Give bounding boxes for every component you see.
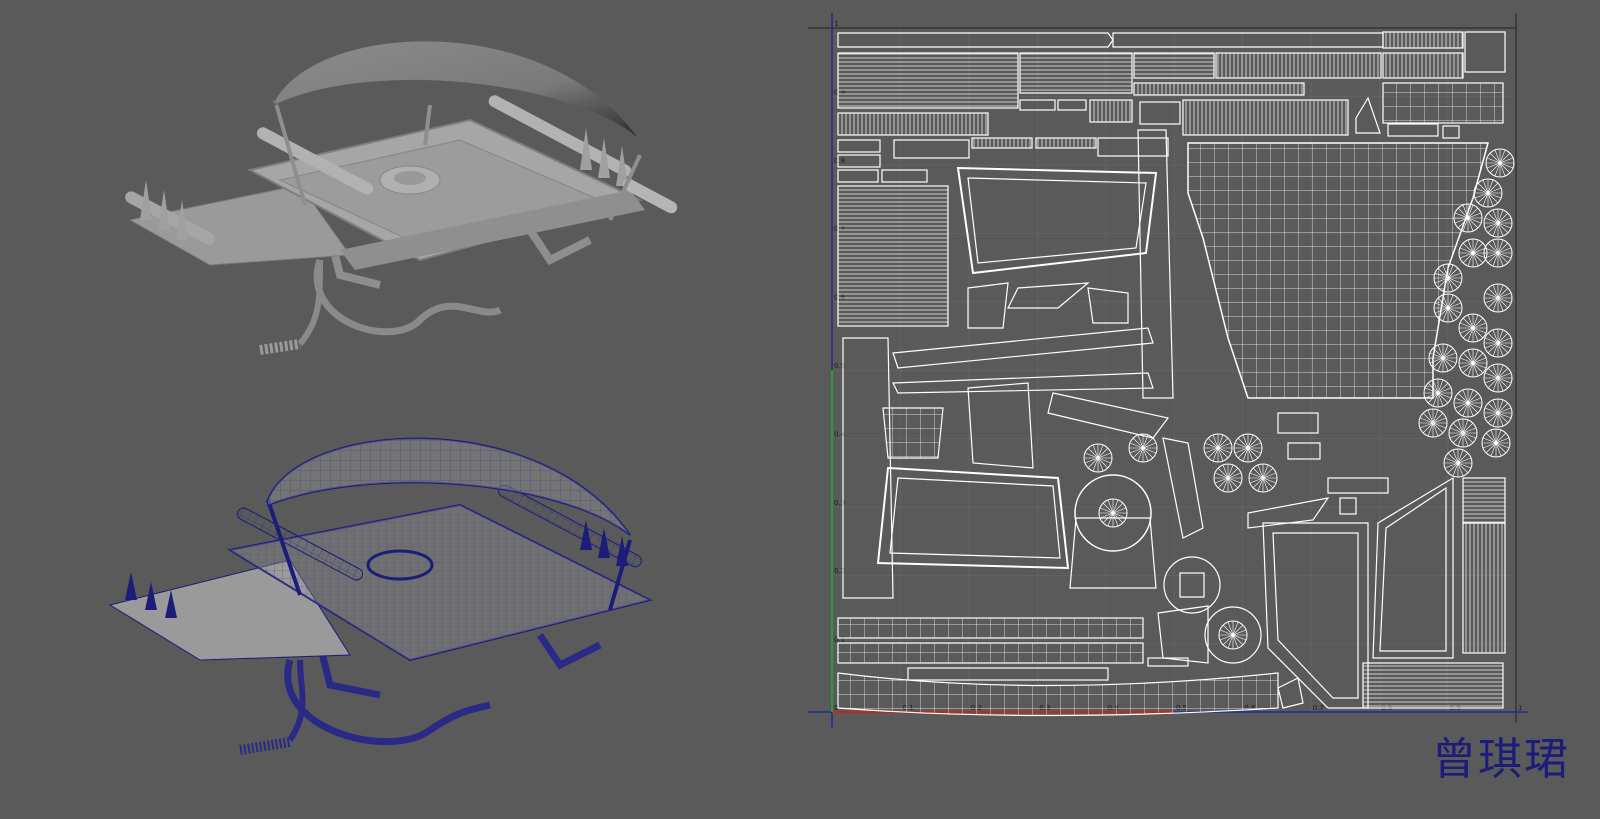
v-tick-label: 0.8 bbox=[834, 157, 845, 165]
glider-model-shaded bbox=[125, 40, 678, 355]
artist-signature: 曾琪珺 bbox=[1432, 734, 1570, 785]
uv-editor[interactable]: 00.10.20.30.40.50.60.70.80.91 00.10.20.3… bbox=[808, 8, 1578, 738]
u-tick-label: 0.7 bbox=[1313, 704, 1324, 712]
u-tick-label: 1 bbox=[1518, 704, 1522, 712]
maya-viewport[interactable]: 00.10.20.30.40.50.60.70.80.91 00.10.20.3… bbox=[0, 0, 1600, 819]
glider-model-wireframe bbox=[108, 437, 653, 755]
hose bbox=[313, 258, 502, 336]
v-tick-label: 0.4 bbox=[834, 430, 846, 438]
v-tick-label: 1 bbox=[834, 20, 838, 28]
